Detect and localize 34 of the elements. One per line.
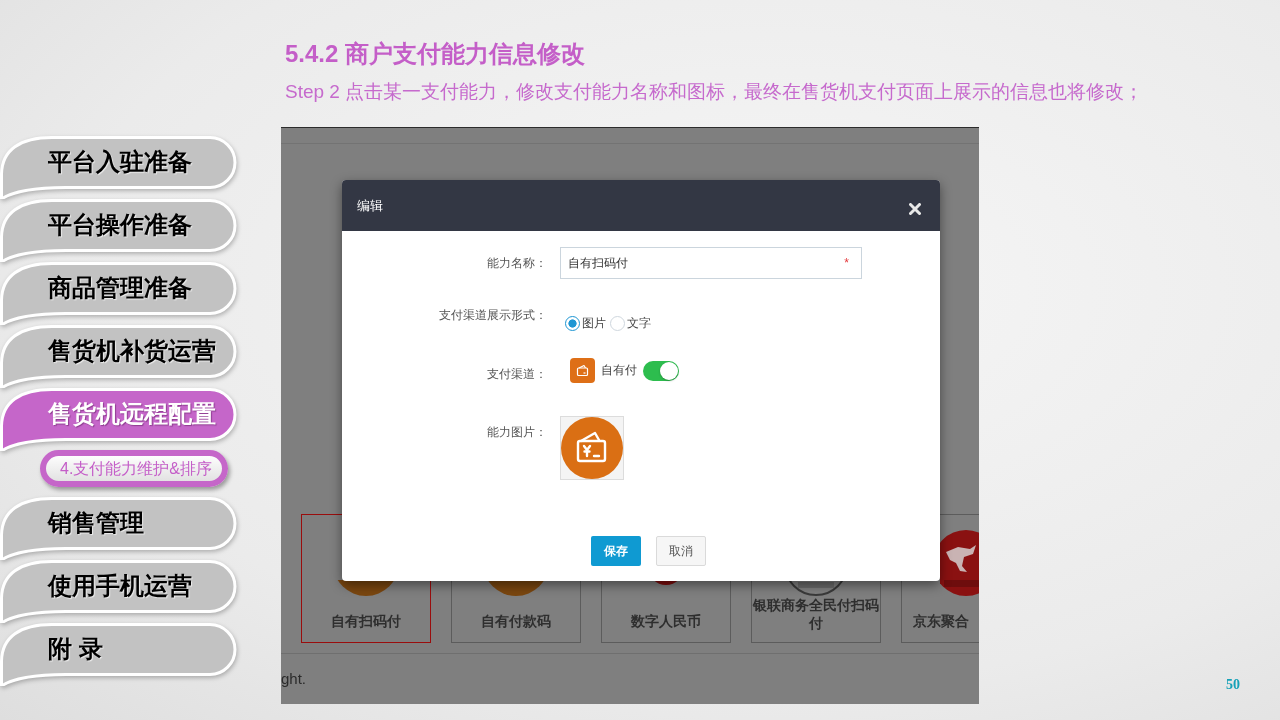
radio-button[interactable] — [565, 315, 580, 331]
name-input[interactable]: 自有扫码付 * — [560, 247, 862, 279]
dialog-title: 编辑 — [357, 196, 383, 215]
close-icon[interactable] — [909, 202, 921, 215]
nav-tab[interactable]: 销售管理 — [0, 497, 238, 560]
radio-label[interactable]: 文字 — [627, 314, 651, 332]
logo-icon — [940, 530, 979, 596]
card-label: 数字人民币 — [630, 612, 702, 631]
nav-tab[interactable]: 售货机补货运营 — [0, 325, 238, 388]
field-label: 支付渠道展示形式： — [439, 307, 547, 323]
image-upload-field[interactable] — [560, 416, 624, 480]
nav-tab[interactable]: 商品管理准备 — [0, 262, 238, 325]
required-mark: * — [844, 256, 849, 270]
field-label: 能力图片： — [487, 424, 547, 440]
card-label: 京东聚合 — [911, 612, 970, 631]
nav-tab[interactable]: 附 录 — [0, 623, 238, 686]
nav-tab[interactable]: 使用手机运营 — [0, 560, 238, 623]
wallet-icon — [561, 417, 623, 479]
card-label: 自有扫码付 — [330, 612, 402, 631]
card-label: 自有付款码 — [480, 612, 552, 631]
slide-subtitle: Step 2 点击某一支付能力，修改支付能力名称和图标，最终在售货机支付页面上展示的信息也将修改； — [285, 80, 1145, 104]
nav-tab[interactable]: 平台入驻准备 — [0, 136, 238, 199]
field-label: 能力名称： — [487, 255, 547, 271]
toggle-switch[interactable] — [643, 360, 679, 381]
field-label: 支付渠道： — [487, 366, 547, 382]
page-number: 50 — [1226, 677, 1240, 692]
channel-label: 自有付 — [601, 362, 637, 379]
nav-tab[interactable]: 平台操作准备 — [0, 199, 238, 262]
radio-label[interactable]: 图片 — [582, 314, 606, 332]
footer-text: ght. — [281, 670, 307, 687]
cancel-button[interactable]: 取消 — [656, 536, 706, 566]
slide-title: 5.4.2 商户支付能力信息修改 — [285, 39, 587, 69]
wallet-icon — [570, 358, 595, 383]
card-label: 银联商务全民付扫码付 — [752, 596, 880, 633]
